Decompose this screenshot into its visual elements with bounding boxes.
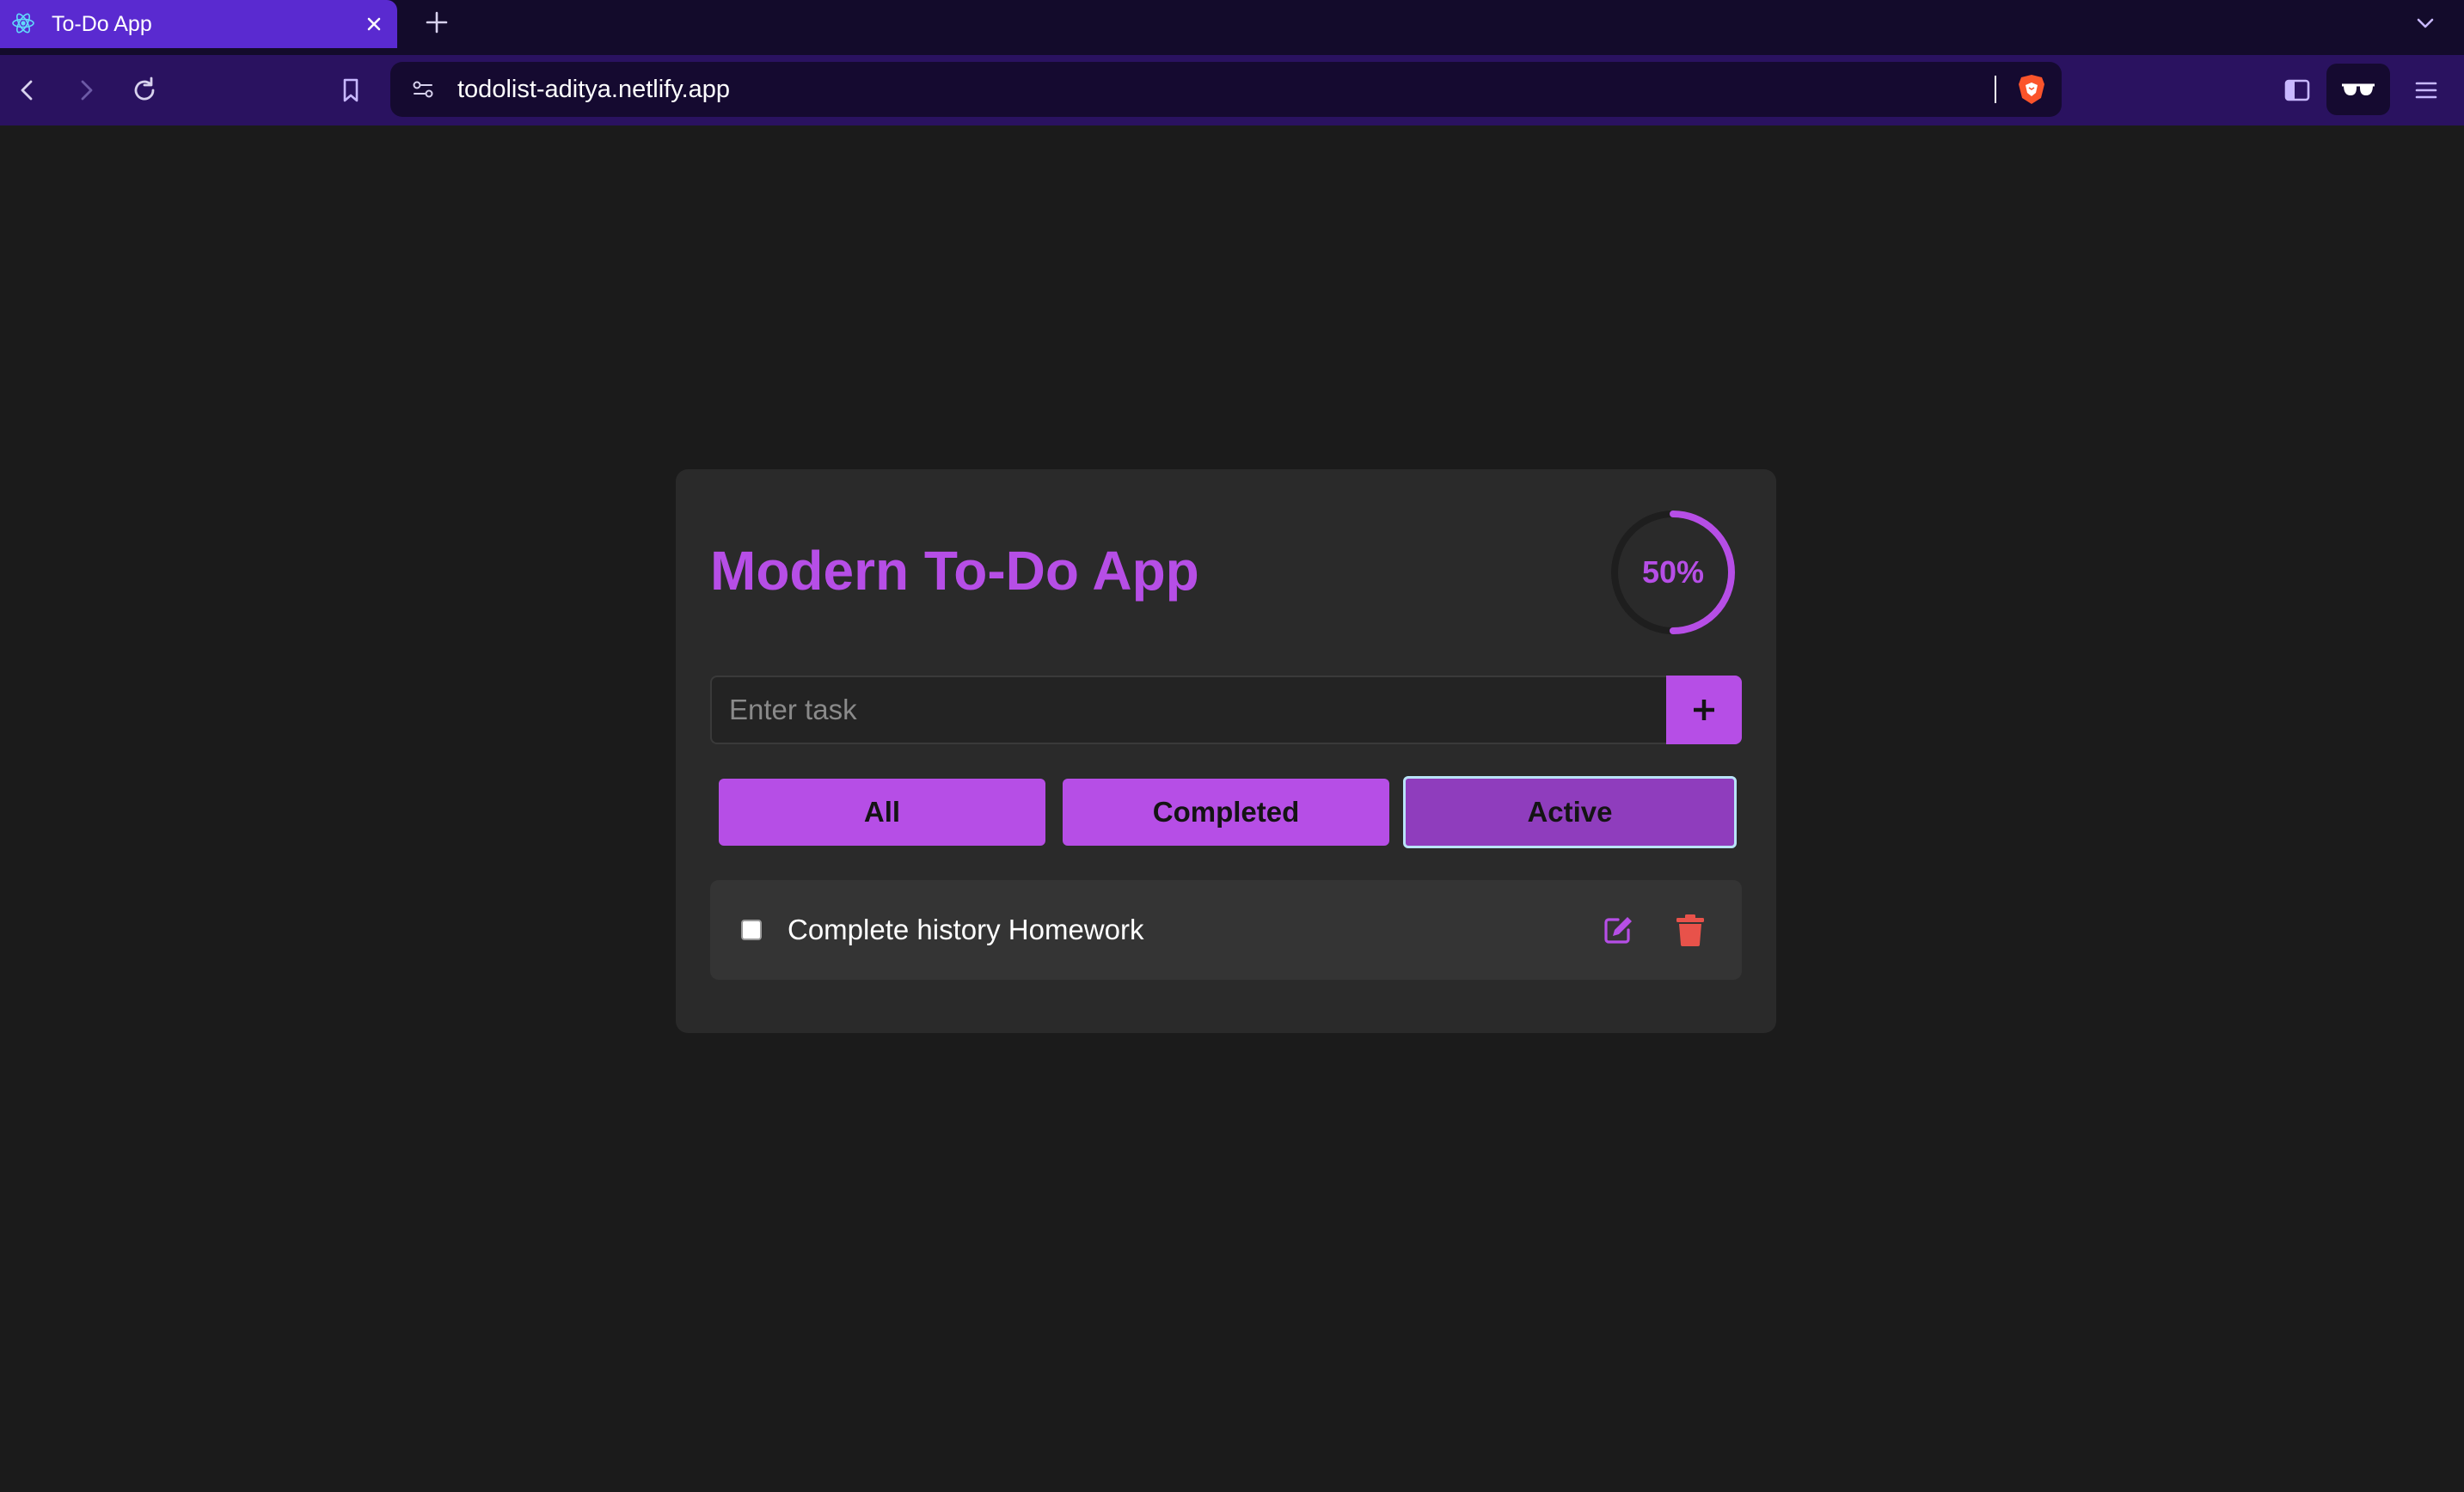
reader-mode-button[interactable] xyxy=(2326,64,2390,115)
tab-title: To-Do App xyxy=(52,12,152,36)
task-checkbox[interactable] xyxy=(741,920,762,940)
plus-icon[interactable] xyxy=(421,7,452,38)
site-settings-icon[interactable] xyxy=(409,76,437,103)
filter-active-button[interactable]: Active xyxy=(1403,776,1737,848)
task-text: Complete history Homework xyxy=(788,914,1144,945)
chevron-down-icon[interactable] xyxy=(2411,9,2440,38)
list-item: Complete history Homework xyxy=(710,880,1742,980)
progress-ring: 50% xyxy=(1609,509,1737,636)
edit-icon[interactable] xyxy=(1601,913,1635,947)
todo-card: Modern To-Do App 50% All Completed Activ… xyxy=(676,469,1776,1033)
react-favicon-icon xyxy=(12,13,34,34)
progress-label: 50% xyxy=(1641,554,1705,590)
address-bar[interactable]: todolist-aditya.netlify.app xyxy=(390,62,2062,117)
back-icon[interactable] xyxy=(10,73,45,107)
add-task-button[interactable] xyxy=(1666,676,1742,744)
url-text[interactable]: todolist-aditya.netlify.app xyxy=(457,72,730,107)
brave-shield-icon[interactable] xyxy=(2015,72,2048,107)
close-icon[interactable] xyxy=(361,11,387,37)
browser-toolbar: todolist-aditya.netlify.app xyxy=(0,55,2464,125)
bookmark-icon[interactable] xyxy=(334,73,368,107)
tab-strip: To-Do App xyxy=(0,0,2464,55)
forward-icon[interactable] xyxy=(69,73,103,107)
reader-mode-icon xyxy=(2342,83,2375,95)
sidebar-icon[interactable] xyxy=(2280,73,2314,107)
page-title: Modern To-Do App xyxy=(710,540,1199,602)
browser-tab[interactable]: To-Do App xyxy=(0,0,397,48)
task-input[interactable] xyxy=(710,676,1666,744)
filter-completed-button[interactable]: Completed xyxy=(1063,779,1389,846)
divider xyxy=(1995,76,1996,103)
menu-icon[interactable] xyxy=(2409,73,2443,107)
plus-icon xyxy=(1694,700,1714,720)
trash-icon[interactable] xyxy=(1675,913,1706,947)
filter-all-button[interactable]: All xyxy=(719,779,1045,846)
reload-icon[interactable] xyxy=(127,73,162,107)
